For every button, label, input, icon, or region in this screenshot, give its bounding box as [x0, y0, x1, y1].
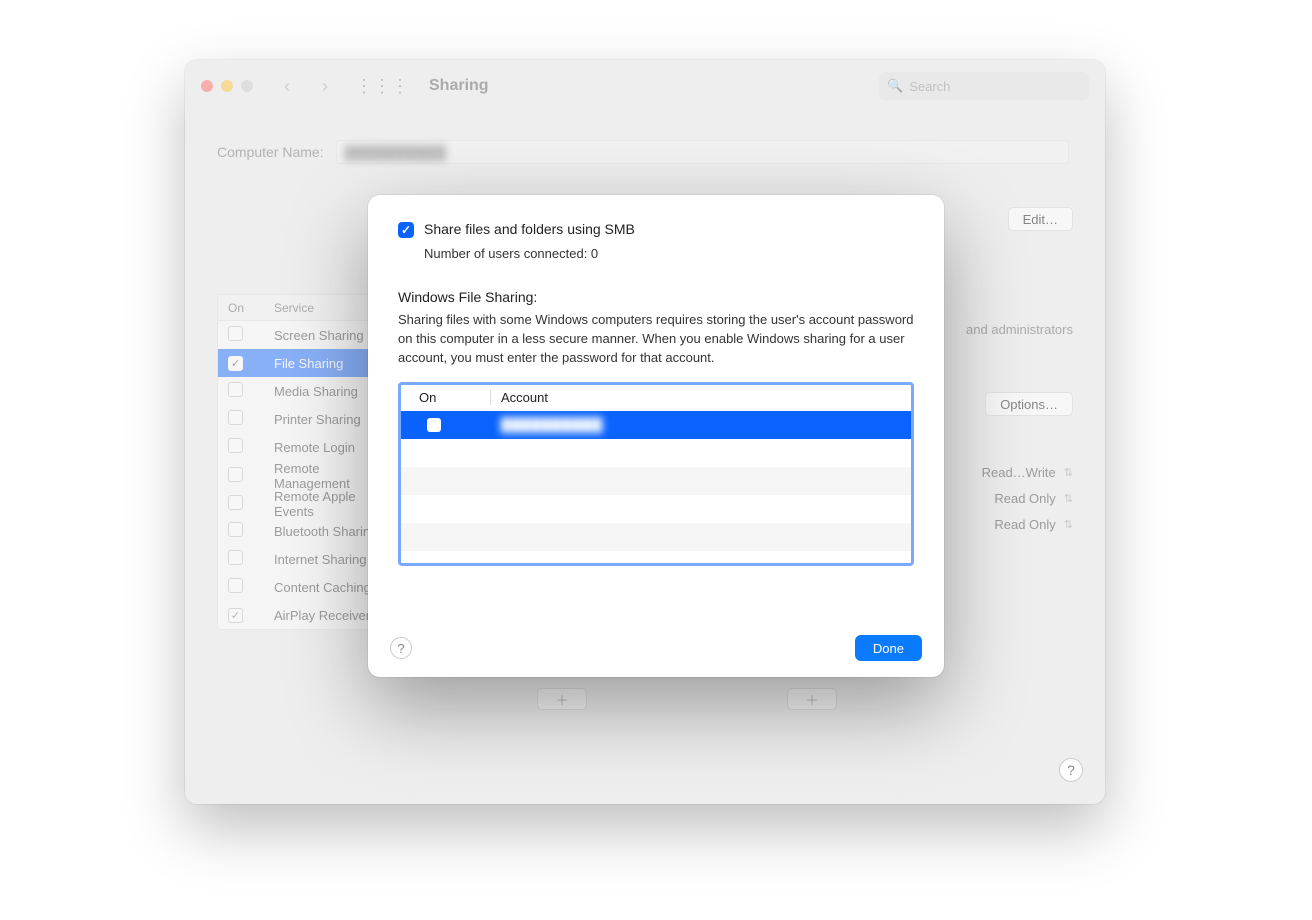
accounts-header-on: On [419, 390, 491, 405]
search-icon: 🔍 [887, 78, 903, 94]
computer-name-row: Computer Name: ██████████ [217, 140, 1073, 164]
permission-value: Read Only [994, 491, 1055, 506]
account-checkbox[interactable] [427, 418, 441, 432]
accounts-body: ██████████ [401, 411, 911, 563]
add-user-button[interactable]: ＋ [787, 688, 837, 710]
window-title: Sharing [429, 77, 489, 95]
sheet-footer: ? Done [390, 635, 922, 661]
stepper-icon: ⇅ [1064, 492, 1073, 505]
accounts-header-account: Account [491, 390, 911, 405]
account-row-empty [401, 495, 911, 523]
account-row[interactable]: ██████████ [401, 411, 911, 439]
permission-row[interactable]: Read…Write ⇅ [982, 459, 1073, 485]
service-checkbox[interactable] [228, 495, 243, 510]
computer-name-label: Computer Name: [217, 144, 324, 160]
service-checkbox[interactable] [228, 410, 243, 425]
chevron-left-icon: ‹ [284, 76, 290, 97]
options-button[interactable]: Options… [985, 392, 1073, 416]
account-row-empty [401, 523, 911, 551]
permission-value: Read…Write [982, 465, 1056, 480]
permission-value: Read Only [994, 517, 1055, 532]
back-button[interactable]: ‹ [273, 72, 301, 100]
done-button[interactable]: Done [855, 635, 922, 661]
smb-checkbox-row: Share files and folders using SMB [398, 221, 914, 238]
add-remove-controls: ＋ ＋ [537, 688, 837, 710]
smb-checkbox-label: Share files and folders using SMB [424, 221, 635, 237]
smb-checkbox[interactable] [398, 222, 414, 238]
windows-file-sharing-description: Sharing files with some Windows computer… [398, 311, 914, 368]
users-connected-text: Number of users connected: 0 [424, 246, 914, 261]
computer-name-field[interactable]: ██████████ [336, 140, 1069, 164]
minimize-window-icon[interactable] [221, 80, 233, 92]
stepper-icon: ⇅ [1064, 466, 1073, 479]
show-all-button[interactable]: ⋮⋮⋮ [355, 76, 409, 97]
grid-icon: ⋮⋮⋮ [355, 76, 409, 96]
account-row-empty [401, 467, 911, 495]
close-window-icon[interactable] [201, 80, 213, 92]
service-checkbox[interactable] [228, 438, 243, 453]
service-checkbox[interactable] [228, 522, 243, 537]
service-checkbox[interactable] [228, 382, 243, 397]
window-toolbar: ‹ › ⋮⋮⋮ Sharing 🔍 Search [185, 60, 1105, 112]
service-checkbox[interactable] [228, 326, 243, 341]
plus-icon: ＋ [555, 690, 568, 709]
help-button[interactable]: ? [390, 637, 412, 659]
traffic-lights [201, 80, 253, 92]
service-checkbox[interactable] [228, 578, 243, 593]
access-info-text: and administrators [966, 322, 1073, 337]
zoom-window-icon[interactable] [241, 80, 253, 92]
accounts-header: On Account [401, 385, 911, 411]
service-checkbox[interactable] [228, 550, 243, 565]
plus-icon: ＋ [805, 690, 818, 709]
account-name: ██████████ [501, 417, 603, 432]
computer-name-value: ██████████ [345, 145, 447, 160]
service-checkbox[interactable] [228, 467, 243, 482]
chevron-right-icon: › [322, 76, 328, 97]
service-checkbox[interactable]: ✓ [228, 608, 243, 623]
search-placeholder: Search [909, 79, 950, 94]
account-row-empty [401, 439, 911, 467]
help-button[interactable]: ? [1059, 758, 1083, 782]
permission-row[interactable]: Read Only ⇅ [982, 485, 1073, 511]
windows-file-sharing-title: Windows File Sharing: [398, 289, 914, 305]
question-icon: ? [397, 641, 404, 656]
forward-button[interactable]: › [311, 72, 339, 100]
search-input[interactable]: 🔍 Search [879, 72, 1089, 100]
question-icon: ? [1067, 762, 1075, 778]
accounts-table: On Account ██████████ [398, 382, 914, 566]
permissions-list: Read…Write ⇅ Read Only ⇅ Read Only ⇅ [982, 459, 1073, 537]
services-header-on: On [228, 301, 274, 315]
smb-options-sheet: Share files and folders using SMB Number… [368, 195, 944, 677]
edit-button[interactable]: Edit… [1008, 207, 1073, 231]
stepper-icon: ⇅ [1064, 518, 1073, 531]
permission-row[interactable]: Read Only ⇅ [982, 511, 1073, 537]
service-checkbox[interactable]: ✓ [228, 356, 243, 371]
add-folder-button[interactable]: ＋ [537, 688, 587, 710]
